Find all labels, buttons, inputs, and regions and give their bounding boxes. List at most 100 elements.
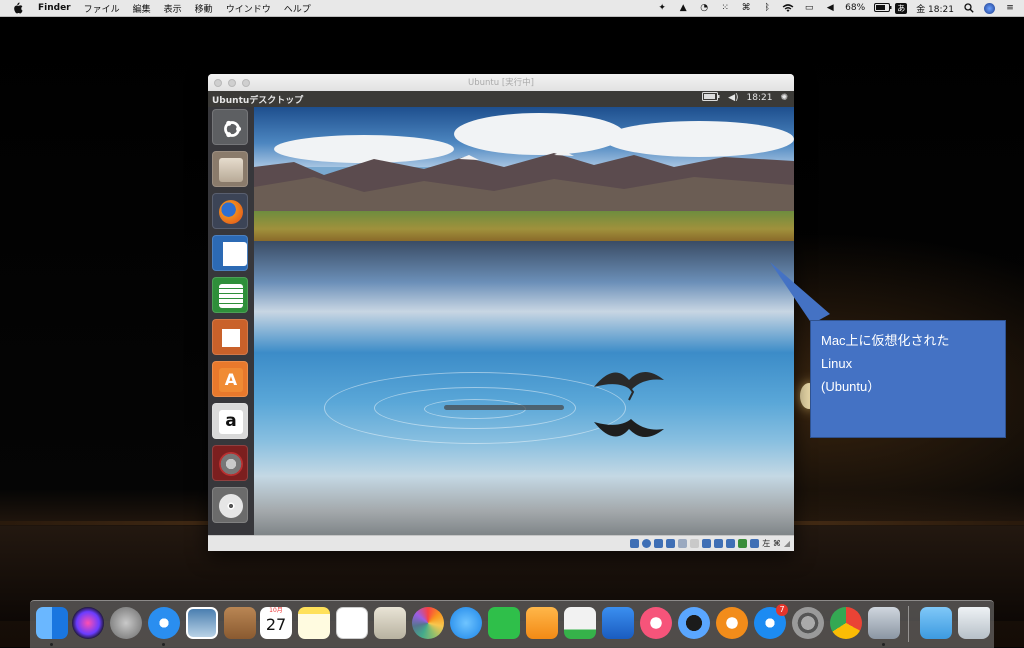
dock-numbers-icon[interactable] bbox=[564, 607, 596, 639]
calendar-month: 10月 bbox=[269, 607, 283, 614]
dock-calendar-icon[interactable]: 10月 27 bbox=[260, 607, 292, 639]
dock-safari-icon[interactable] bbox=[148, 607, 180, 639]
launcher-firefox-icon[interactable] bbox=[212, 193, 248, 229]
seagull-reflection bbox=[594, 419, 664, 437]
volume-icon[interactable]: ◀ bbox=[824, 3, 836, 14]
menu-extras: ✦ ▲ ◔ ⁙ ⌘ ᛒ ▭ ◀ 68% あ 金 18:21 ≡ bbox=[656, 0, 1016, 16]
launcher-dvd-icon[interactable] bbox=[212, 487, 248, 523]
battery-percent[interactable]: 68% bbox=[845, 3, 865, 13]
launcher-software-center-icon[interactable]: A bbox=[212, 361, 248, 397]
cpu-icon[interactable] bbox=[726, 539, 736, 548]
bluetooth-icon[interactable]: ᛒ bbox=[761, 3, 773, 14]
launcher-impress-icon[interactable] bbox=[212, 319, 248, 355]
dock-itunes-icon[interactable] bbox=[640, 607, 672, 639]
ubuntu-clock[interactable]: 18:21 bbox=[747, 93, 773, 103]
dock-virtualbox-icon[interactable] bbox=[868, 607, 900, 639]
keyboard-capture-icon[interactable] bbox=[750, 539, 760, 548]
apple-menu-icon[interactable] bbox=[12, 2, 24, 14]
menu-finder[interactable]: Finder bbox=[38, 3, 71, 13]
mouse-integration-icon[interactable] bbox=[738, 539, 748, 548]
drive-icon[interactable]: ▲ bbox=[677, 3, 689, 14]
audio-icon[interactable] bbox=[654, 539, 664, 548]
running-indicator bbox=[50, 643, 53, 646]
dock-keynote-icon[interactable] bbox=[602, 607, 634, 639]
dock-pages-icon[interactable] bbox=[526, 607, 558, 639]
launcher-settings-icon[interactable] bbox=[212, 445, 248, 481]
network-icon[interactable] bbox=[666, 539, 676, 548]
optical-drive-icon[interactable] bbox=[642, 539, 652, 548]
dock-launchpad-icon[interactable] bbox=[110, 607, 142, 639]
dock-finder-icon[interactable] bbox=[36, 607, 68, 639]
callout-line-3: (Ubuntu） bbox=[821, 379, 881, 394]
dock-ibooks-icon[interactable] bbox=[716, 607, 748, 639]
spotlight-icon[interactable] bbox=[963, 2, 975, 14]
menu-edit[interactable]: 編集 bbox=[133, 2, 151, 15]
dock-siri-icon[interactable] bbox=[72, 607, 104, 639]
window-title: Ubuntu [実行中] bbox=[468, 78, 534, 88]
menu-file[interactable]: ファイル bbox=[84, 2, 120, 15]
dock-reminders-icon[interactable] bbox=[336, 607, 368, 639]
virtualbox-status-bar: 左 ⌘ ◢ bbox=[208, 535, 794, 551]
menu-go[interactable]: 移動 bbox=[195, 2, 213, 15]
battery-icon[interactable] bbox=[874, 2, 892, 14]
dock-photos-icon[interactable] bbox=[412, 607, 444, 639]
window-titlebar[interactable]: Ubuntu [実行中] bbox=[208, 74, 794, 92]
dock-separator bbox=[908, 606, 909, 642]
dock-contacts-icon[interactable] bbox=[224, 607, 256, 639]
calendar-day: 27 bbox=[265, 615, 287, 634]
host-key-label: 左 ⌘ bbox=[762, 539, 781, 548]
dock-quicktime-icon[interactable] bbox=[678, 607, 710, 639]
ubuntu-top-panel: Ubuntuデスクトップ ◀) 18:21 ✺ bbox=[208, 91, 794, 107]
running-indicator bbox=[882, 643, 885, 646]
wallpaper-grassland bbox=[254, 211, 794, 241]
driftwood bbox=[444, 405, 564, 410]
dock-downloads-folder-icon[interactable] bbox=[920, 607, 952, 639]
airplay-icon[interactable]: ▭ bbox=[803, 3, 815, 14]
dock-chrome-icon[interactable] bbox=[830, 607, 862, 639]
video-capture-icon[interactable] bbox=[714, 539, 724, 548]
app-store-badge: 7 bbox=[776, 604, 788, 616]
menu-clock[interactable]: 金 18:21 bbox=[916, 2, 954, 15]
dock-preview-photo-icon[interactable] bbox=[186, 607, 218, 639]
dock-system-preferences-icon[interactable] bbox=[792, 607, 824, 639]
callout-line-2: Linux bbox=[821, 356, 853, 371]
dock-messages-icon[interactable] bbox=[450, 607, 482, 639]
unity-launcher: A a bbox=[208, 107, 254, 535]
shared-folder-icon[interactable] bbox=[690, 539, 700, 548]
ubuntu-volume-icon[interactable]: ◀) bbox=[728, 93, 738, 103]
launcher-amazon-icon[interactable]: a bbox=[212, 403, 248, 439]
annotation-callout: Mac上に仮想化された Linux (Ubuntu） bbox=[810, 320, 1006, 438]
dock-facetime-icon[interactable] bbox=[488, 607, 520, 639]
menu-window[interactable]: ウインドウ bbox=[226, 2, 271, 15]
dock-preview-icon[interactable] bbox=[374, 607, 406, 639]
grid-icon[interactable]: ⁙ bbox=[719, 3, 731, 14]
launcher-calc-icon[interactable] bbox=[212, 277, 248, 313]
launcher-files-icon[interactable] bbox=[212, 151, 248, 187]
wifi-icon[interactable] bbox=[782, 3, 794, 14]
seagull bbox=[594, 372, 664, 401]
dock-notes-icon[interactable] bbox=[298, 607, 330, 639]
user-avatar-icon[interactable] bbox=[984, 2, 995, 14]
launcher-ubuntu-icon[interactable] bbox=[212, 109, 248, 145]
menu-view[interactable]: 表示 bbox=[164, 2, 182, 15]
menu-help[interactable]: ヘルプ bbox=[284, 2, 311, 15]
running-indicator bbox=[162, 643, 165, 646]
resize-grip-icon[interactable]: ◢ bbox=[784, 539, 790, 548]
command-icon[interactable]: ⌘ bbox=[740, 3, 752, 14]
usb-icon[interactable] bbox=[678, 539, 688, 548]
launcher-writer-icon[interactable] bbox=[212, 235, 248, 271]
virtualbox-window: Ubuntu [実行中] Ubuntuデスクトップ ◀) 18:21 ✺ A a… bbox=[208, 74, 794, 551]
ubuntu-panel-label: Ubuntuデスクトップ bbox=[212, 96, 304, 106]
dock-trash-icon[interactable] bbox=[958, 607, 990, 639]
status-app-icon[interactable]: ✦ bbox=[656, 3, 668, 14]
ubuntu-desktop-wallpaper[interactable] bbox=[254, 107, 794, 535]
dock: 10月 27 7 bbox=[30, 600, 994, 648]
ubuntu-gear-icon[interactable]: ✺ bbox=[780, 93, 788, 103]
hard-disk-icon[interactable] bbox=[630, 539, 640, 548]
notification-center-icon[interactable]: ≡ bbox=[1004, 3, 1016, 14]
time-machine-icon[interactable]: ◔ bbox=[698, 3, 710, 14]
callout-line-1: Mac上に仮想化された bbox=[821, 333, 950, 348]
ubuntu-battery-icon[interactable] bbox=[702, 92, 720, 104]
display-icon[interactable] bbox=[702, 539, 712, 548]
input-mode[interactable]: あ bbox=[895, 2, 908, 14]
